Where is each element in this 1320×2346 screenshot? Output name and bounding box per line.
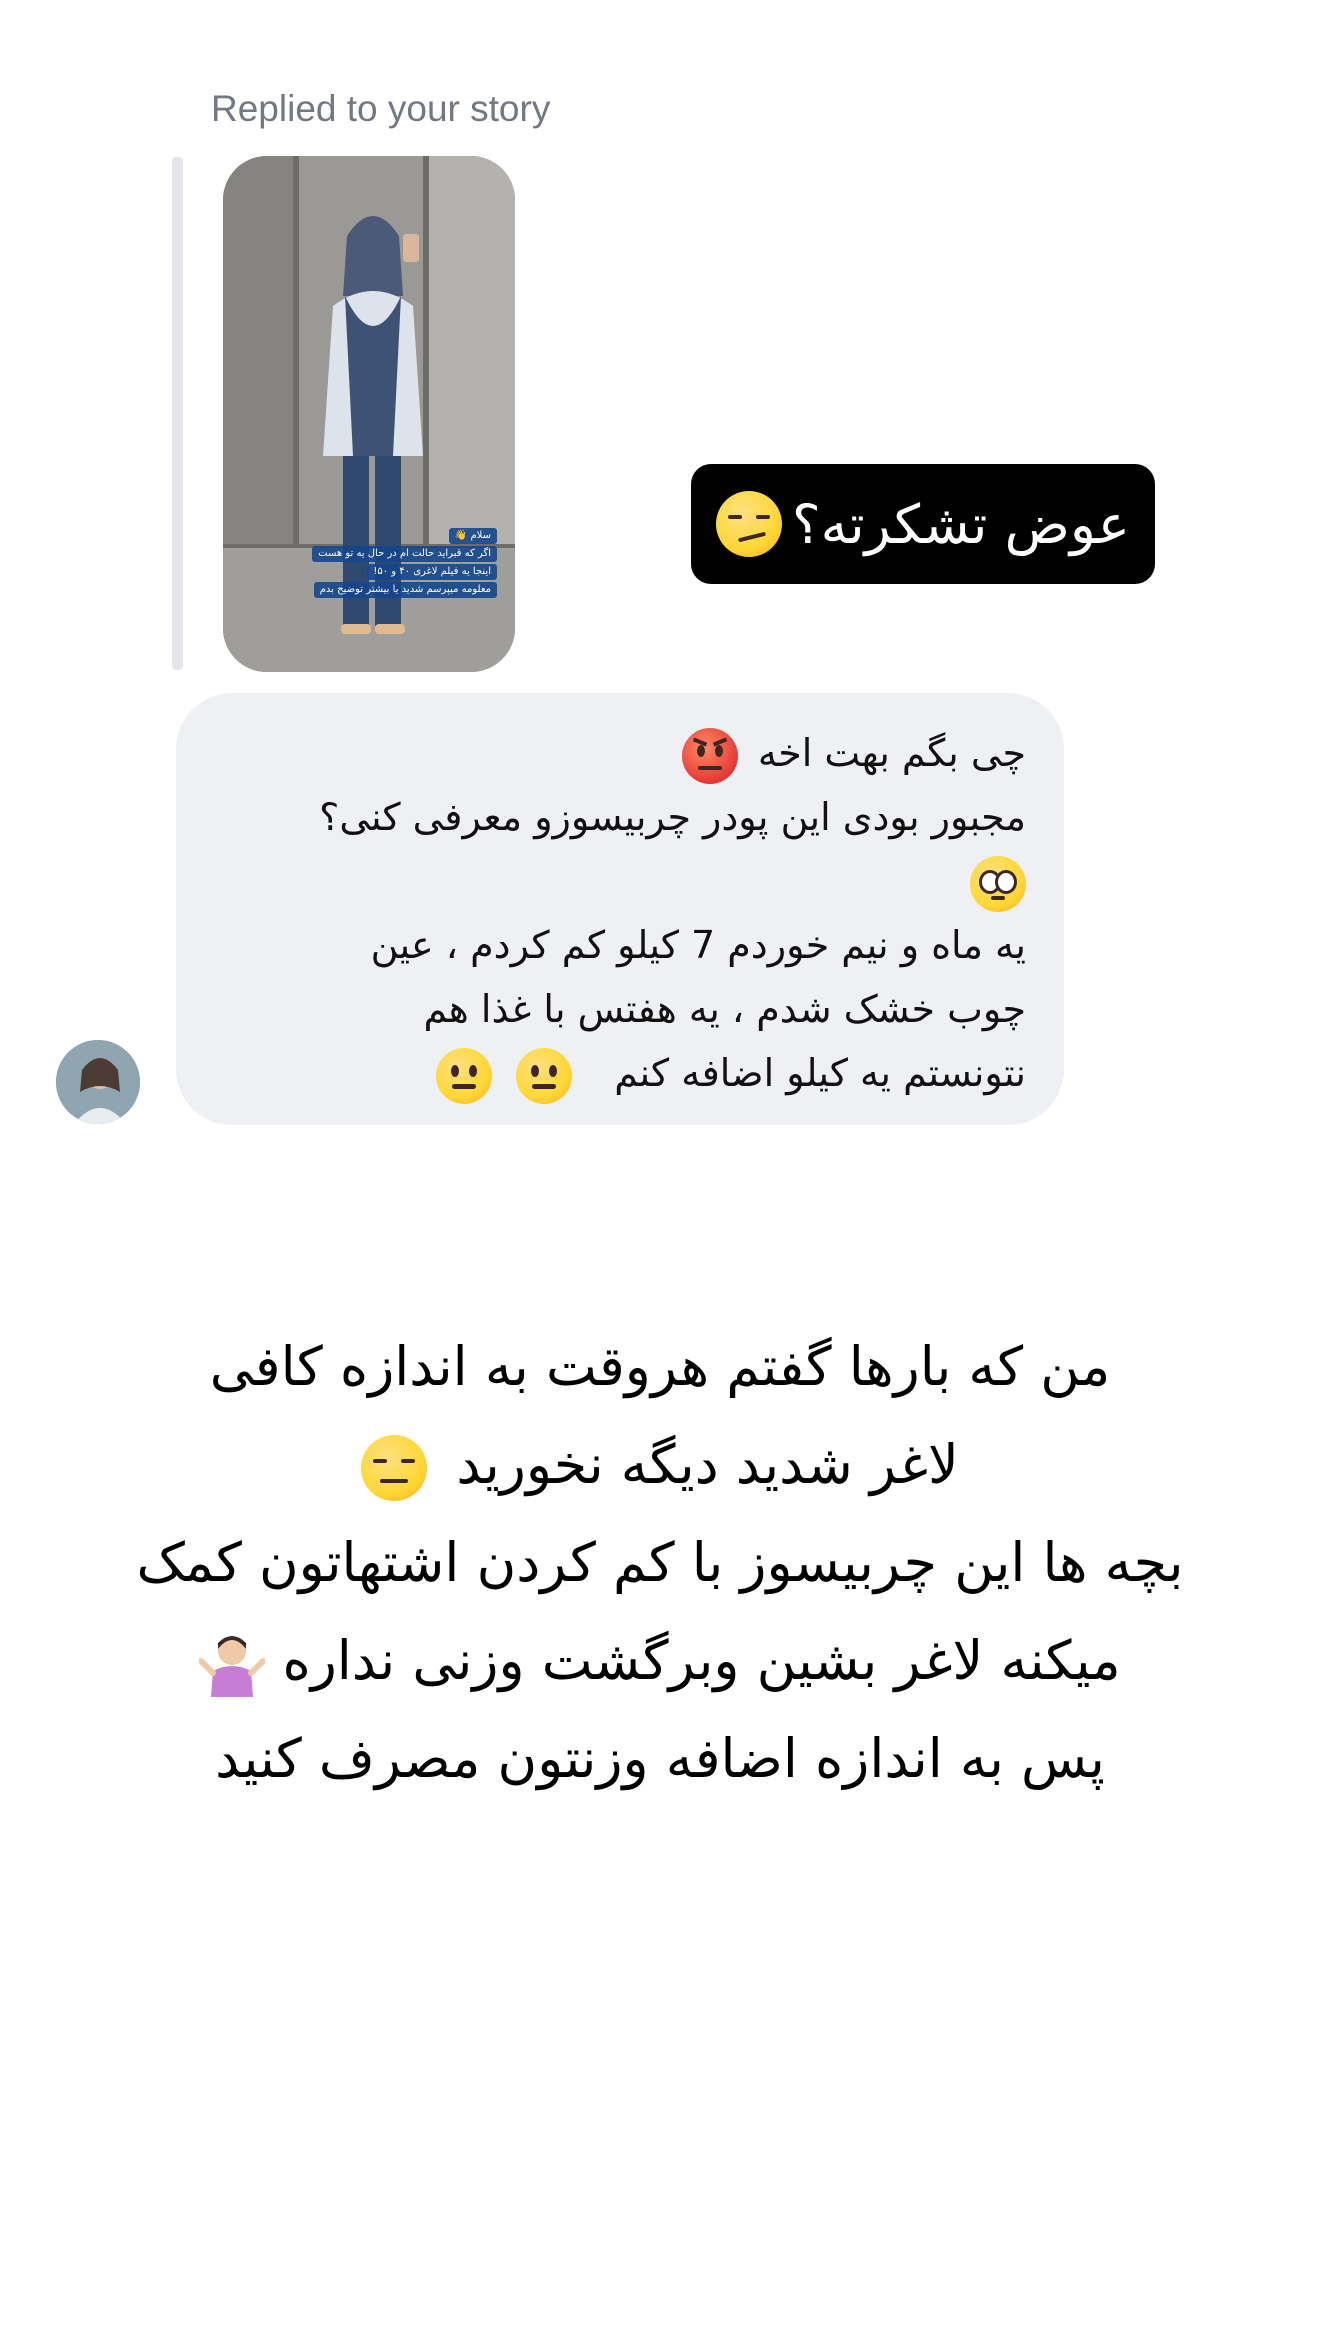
overlay-text-line: من که بارها گفتم هروقت به اندازه کافی xyxy=(209,1335,1111,1398)
story-caption-line: اینجا یه فیلم لاغری ۴۰ و ۵۰! xyxy=(367,564,497,580)
story-question-sticker: عوض تشکرته؟ xyxy=(691,464,1155,584)
message-bubble[interactable]: چی بگم بهت اخه مجبور بودی این پودر چربیس… xyxy=(176,693,1064,1125)
person-shrugging-icon xyxy=(199,1636,266,1698)
pleading-face-icon xyxy=(970,855,1026,912)
story-thumbnail[interactable]: سلام 👋 اگر که قبراید حالت ام در حال یه ت… xyxy=(223,156,515,672)
avatar-illustration xyxy=(56,1040,140,1124)
story-overlay-text: من که بارها گفتم هروقت به اندازه کافی لا… xyxy=(100,1318,1220,1808)
message-line: چوب خشک شدم ، یه هفتس با غذا هم xyxy=(423,987,1027,1031)
message-line: مجبور بودی این پودر چربیسوزو معرفی کنی؟ xyxy=(319,795,1026,839)
message-line: نتونستم یه کیلو اضافه کنم xyxy=(214,1041,1026,1105)
overlay-text-line: میکنه لاغر بشین وبرگشت وزنی نداره xyxy=(100,1612,1220,1710)
story-caption-line: معلومه میپرسم شدید یا بیشتر توضیح بدم xyxy=(313,582,497,598)
overlay-text-line: بچه ها این چربیسوز با کم کردن اشتهاتون ک… xyxy=(136,1531,1184,1594)
story-sticker-text: عوض تشکرته؟ xyxy=(791,492,1131,556)
angry-face-icon xyxy=(681,727,738,784)
story-caption-line: اگر که قبراید حالت ام در حال یه تو هست xyxy=(312,546,497,562)
neutral-face-icon xyxy=(436,1047,493,1104)
sender-avatar[interactable] xyxy=(56,1040,140,1124)
reply-quote-bar xyxy=(172,157,183,670)
story-caption-line: سلام 👋 xyxy=(448,528,497,544)
expressionless-face-icon xyxy=(361,1435,428,1502)
message-line: یه ماه و نیم خوردم 7 کیلو کم کردم ، عین xyxy=(370,923,1026,967)
neutral-face-icon xyxy=(516,1047,573,1104)
smirking-face-icon xyxy=(715,491,782,557)
overlay-text-line: لاغر شدید دیگه نخورید xyxy=(100,1416,1220,1514)
replied-to-story-label: Replied to your story xyxy=(211,88,551,129)
overlay-text-line: پس به اندازه اضافه وزنتون مصرف کنید xyxy=(215,1727,1105,1790)
story-thumbnail-caption: سلام 👋 اگر که قبراید حالت ام در حال یه ت… xyxy=(287,528,497,600)
message-line: چی بگم بهت اخه xyxy=(214,721,1026,785)
message-line xyxy=(214,849,1026,913)
